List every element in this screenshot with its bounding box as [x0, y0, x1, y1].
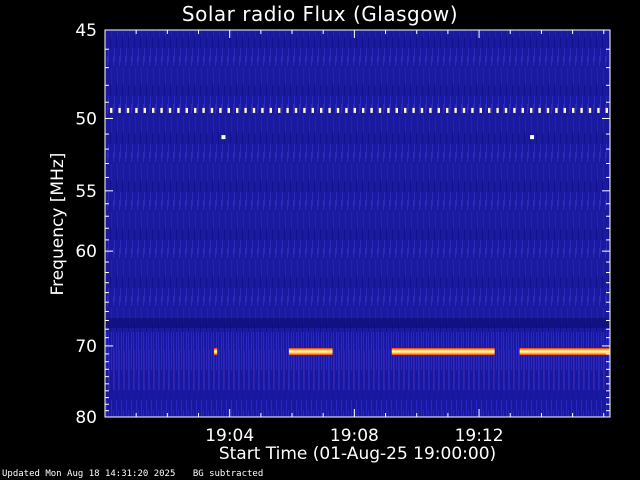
carrier-dot [244, 107, 247, 113]
carrier-dot [580, 107, 583, 113]
carrier-dot [135, 107, 138, 113]
carrier-dot [420, 107, 424, 113]
carrier-dot [227, 107, 230, 113]
low-frequency-noise [105, 332, 610, 417]
carrier-dot [303, 107, 306, 113]
dark-gap-band [105, 318, 610, 328]
carrier-dot [286, 107, 289, 113]
carrier-dot [588, 107, 592, 113]
y-tick-label: 50 [75, 109, 97, 129]
carrier-dot [597, 107, 600, 113]
x-axis-label: Start Time (01-Aug-25 19:00:00) [218, 444, 497, 464]
carrier-dot [160, 107, 163, 113]
x-tick-label: 19:12 [455, 426, 504, 446]
carrier-dot [311, 107, 314, 113]
carrier-dot [605, 107, 608, 113]
y-tick-label: 55 [75, 182, 97, 202]
carrier-dot [462, 107, 466, 113]
carrier-dot [236, 107, 239, 113]
carrier-dot [488, 107, 491, 113]
carrier-dot [496, 107, 499, 113]
footer: Updated Mon Aug 18 14:31:20 2025 BG subt… [2, 469, 263, 479]
carrier-dot [454, 107, 457, 113]
carrier-dot [362, 107, 365, 113]
x-tick-label: 19:08 [330, 426, 379, 446]
carrier-dot [110, 107, 113, 113]
carrier-dot [370, 107, 373, 113]
carrier-dot [320, 107, 323, 113]
carrier-dot [219, 107, 222, 113]
emission-band [519, 348, 610, 356]
carrier-dot [336, 107, 340, 113]
emission-band [214, 348, 218, 356]
carrier-dot [538, 107, 541, 113]
carrier-dot [345, 107, 348, 113]
carrier-dot [210, 107, 214, 113]
emission-band [288, 348, 333, 356]
carrier-dot [479, 107, 482, 113]
carrier-dot [404, 107, 407, 113]
carrier-dot [395, 107, 398, 113]
carrier-dot [387, 107, 390, 113]
carrier-dot [546, 107, 550, 113]
footer-updated: Updated Mon Aug 18 14:31:20 2025 [2, 469, 176, 479]
carrier-dot [252, 107, 256, 113]
y-axis-label: Frequency [MHz] [48, 152, 68, 296]
carrier-dot [530, 107, 533, 113]
spectrogram-chart: 455055607080 19:04 19:08 19:12 [75, 21, 611, 446]
emission-band [391, 348, 495, 356]
carrier-dot [412, 107, 415, 113]
carrier-dot [563, 107, 566, 113]
carrier-dot [278, 107, 281, 113]
carrier-dot [429, 107, 432, 113]
x-tick-label: 19:04 [205, 426, 254, 446]
carrier-dot [446, 107, 449, 113]
carrier-dot [152, 107, 155, 113]
y-tick-label: 60 [75, 242, 97, 262]
carrier-dot [471, 107, 474, 113]
carrier-dot [185, 107, 188, 113]
plot-background [105, 30, 610, 417]
carrier-dot [126, 107, 130, 113]
y-tick-label: 70 [75, 337, 97, 357]
carrier-dot [504, 107, 508, 113]
carrier-dot [353, 107, 356, 113]
carrier-dot [261, 107, 264, 113]
carrier-dot [513, 107, 516, 113]
carrier-dot [437, 107, 440, 113]
carrier-dot [269, 107, 272, 113]
carrier-dot [118, 107, 121, 113]
y-tick-label: 80 [75, 408, 97, 428]
carrier-dot [202, 107, 205, 113]
carrier-dot [168, 107, 172, 113]
footer-note: BG subtracted [192, 469, 264, 479]
carrier-dot [328, 107, 331, 113]
carrier-dot [572, 107, 575, 113]
carrier-dot [555, 107, 558, 113]
carrier-dot [378, 107, 382, 113]
chart-title: Solar radio Flux (Glasgow) [181, 2, 459, 26]
carrier-dot [143, 107, 146, 113]
carrier-dot [194, 107, 197, 113]
carrier-dot [294, 107, 298, 113]
interference-spot [530, 135, 535, 140]
interference-spot [221, 135, 226, 140]
carrier-dot [521, 107, 524, 113]
carrier-dot [177, 107, 180, 113]
